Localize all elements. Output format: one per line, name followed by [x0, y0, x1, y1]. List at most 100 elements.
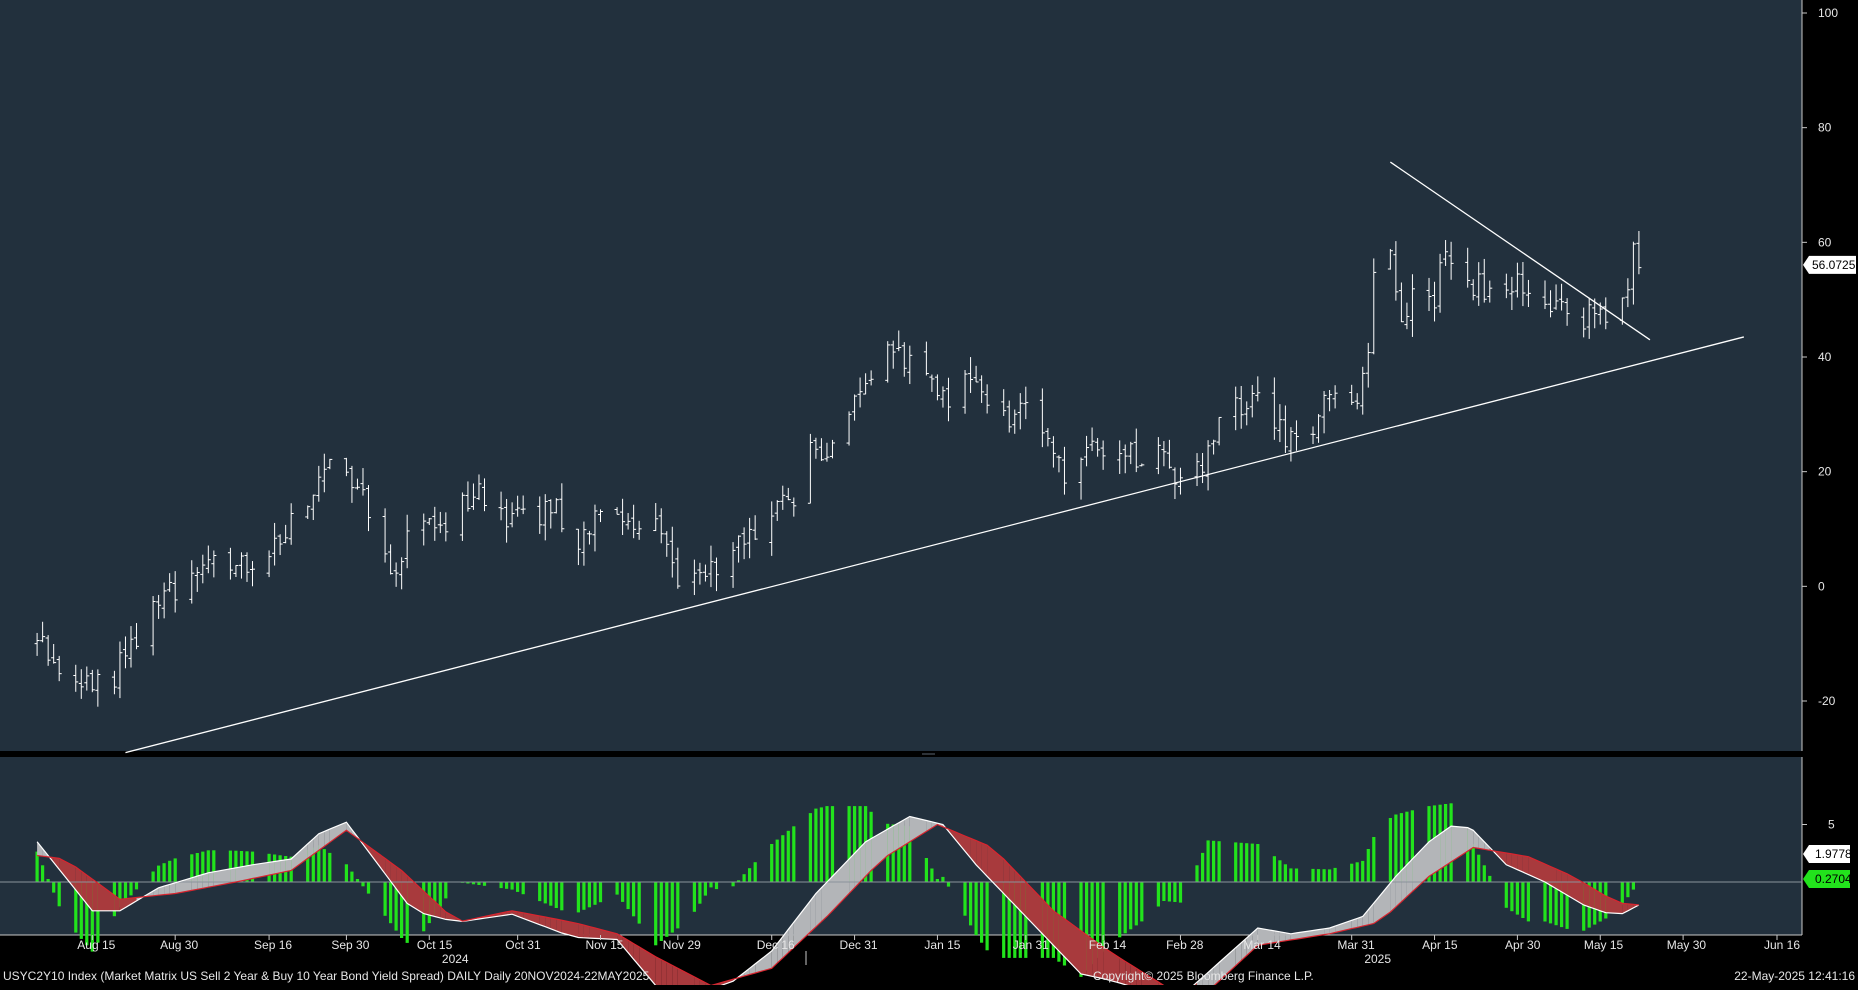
histogram-bar	[670, 882, 674, 933]
year-label: 2025	[1364, 952, 1391, 966]
macd-fill-segment	[230, 867, 236, 883]
histogram-bar	[1201, 852, 1205, 882]
macd-fill-segment	[247, 864, 253, 880]
histogram-bar	[499, 882, 503, 889]
histogram-bar	[1173, 882, 1177, 902]
price-tick-label: 40	[1818, 350, 1832, 364]
macd-fill-segment	[1434, 833, 1441, 873]
histogram-bar	[814, 808, 818, 882]
time-tick-label: Sep 30	[331, 938, 369, 952]
macd-fill-segment	[1522, 855, 1529, 875]
current-price-label: 56.0725	[1812, 258, 1856, 272]
time-tick-label: Mar 31	[1337, 938, 1375, 952]
histogram-bar	[576, 882, 580, 913]
histogram-bar	[1278, 860, 1282, 882]
chart-root: 100 80 60 40 20 0 -20 5 Aug 15 Aug 30 Sep 16 Sep …	[0, 0, 1858, 990]
histogram-bar	[1620, 882, 1624, 905]
indicator-axis-ticks: 5	[1802, 818, 1835, 832]
histogram-bar	[665, 882, 669, 937]
histogram-bar	[714, 882, 719, 890]
macd-fill-segment	[655, 956, 662, 987]
histogram-bar	[361, 882, 365, 887]
histogram-bar	[1239, 842, 1243, 882]
histogram-bar	[444, 882, 448, 899]
histogram-bar	[770, 844, 774, 882]
macd-value-label: 1.9778	[1815, 847, 1852, 861]
indicator-tick-label: 5	[1828, 818, 1835, 832]
macd-fill-segment	[860, 841, 866, 882]
macd-fill-segment	[1081, 930, 1087, 976]
histogram-bar	[654, 882, 658, 946]
histogram-bar	[1526, 882, 1530, 922]
histogram-bar	[1162, 882, 1166, 901]
macd-fill-segment	[849, 853, 855, 894]
histogram-bar	[1322, 869, 1326, 882]
histogram-bar	[946, 882, 951, 887]
histogram-bar	[830, 806, 835, 882]
histogram-bar	[1350, 863, 1354, 882]
histogram-bar	[1515, 882, 1519, 915]
histogram-bar	[168, 860, 172, 882]
time-tick-label: Dec 16	[757, 938, 795, 952]
histogram-bar	[593, 882, 597, 905]
macd-fill-segment	[1583, 882, 1590, 907]
histogram-bar	[521, 882, 525, 895]
histogram-bar	[930, 868, 934, 882]
macd-fill-segment	[208, 871, 214, 888]
histogram-bar	[350, 871, 354, 882]
histogram-bar	[1272, 856, 1276, 882]
price-tick-label: 20	[1818, 465, 1832, 479]
macd-fill-segment	[815, 887, 822, 927]
macd-fill-segment	[1014, 870, 1021, 911]
histogram-bar	[598, 882, 603, 903]
histogram-bar	[941, 876, 945, 882]
histogram-bar	[157, 865, 161, 882]
year-label: 2024	[442, 952, 469, 966]
histogram-bar	[825, 806, 829, 882]
histogram-bar	[703, 882, 707, 896]
histogram-bar	[974, 882, 978, 936]
histogram-bar	[1521, 882, 1525, 918]
time-tick-label: Apr 15	[1422, 938, 1458, 952]
histogram-bar	[1256, 844, 1260, 882]
histogram-bar	[582, 882, 586, 910]
histogram-bar	[1504, 882, 1508, 908]
histogram-bar	[1482, 865, 1486, 882]
macd-fill-segment	[202, 872, 209, 889]
histogram-value-label: 0.2704	[1815, 872, 1852, 886]
histogram-bar	[742, 874, 746, 882]
histogram-bar	[543, 882, 547, 904]
histogram-bar	[587, 882, 591, 908]
macd-fill-segment	[1009, 864, 1015, 905]
price-tick-label: 80	[1818, 121, 1832, 135]
macd-fill-segment	[285, 859, 292, 872]
macd-value-tag: 1.9778	[1803, 845, 1852, 863]
histogram-bar	[709, 882, 713, 888]
histogram-bar	[1123, 882, 1127, 934]
time-tick-label: May 15	[1584, 938, 1624, 952]
histogram-bar	[1167, 882, 1171, 902]
copyright-text: Copyright© 2025 Bloomberg Finance L.P.	[1093, 969, 1314, 983]
histogram-value-tag: 0.2704	[1803, 870, 1852, 888]
histogram-bar	[1156, 882, 1160, 907]
histogram-bar	[1212, 840, 1216, 882]
time-tick-label: Dec 31	[840, 938, 878, 952]
macd-fill-segment	[1003, 859, 1010, 900]
time-tick-label: May 30	[1667, 938, 1707, 952]
histogram-bar	[1548, 882, 1553, 924]
histogram-bar	[621, 882, 625, 902]
histogram-bar	[1477, 854, 1481, 882]
histogram-bar	[366, 882, 371, 894]
histogram-bar	[1361, 860, 1365, 882]
histogram-bar	[1372, 837, 1376, 882]
macd-fill-segment	[661, 959, 667, 988]
histogram-bar	[924, 858, 928, 882]
histogram-bar	[1289, 868, 1293, 882]
histogram-bar	[1118, 882, 1122, 938]
histogram-bar	[57, 882, 61, 907]
time-tick-label: Aug 30	[160, 938, 198, 952]
macd-fill-segment	[235, 866, 242, 882]
histogram-bar	[173, 858, 177, 882]
histogram-bar	[698, 882, 702, 904]
time-tick-label: Jan 15	[924, 938, 960, 952]
